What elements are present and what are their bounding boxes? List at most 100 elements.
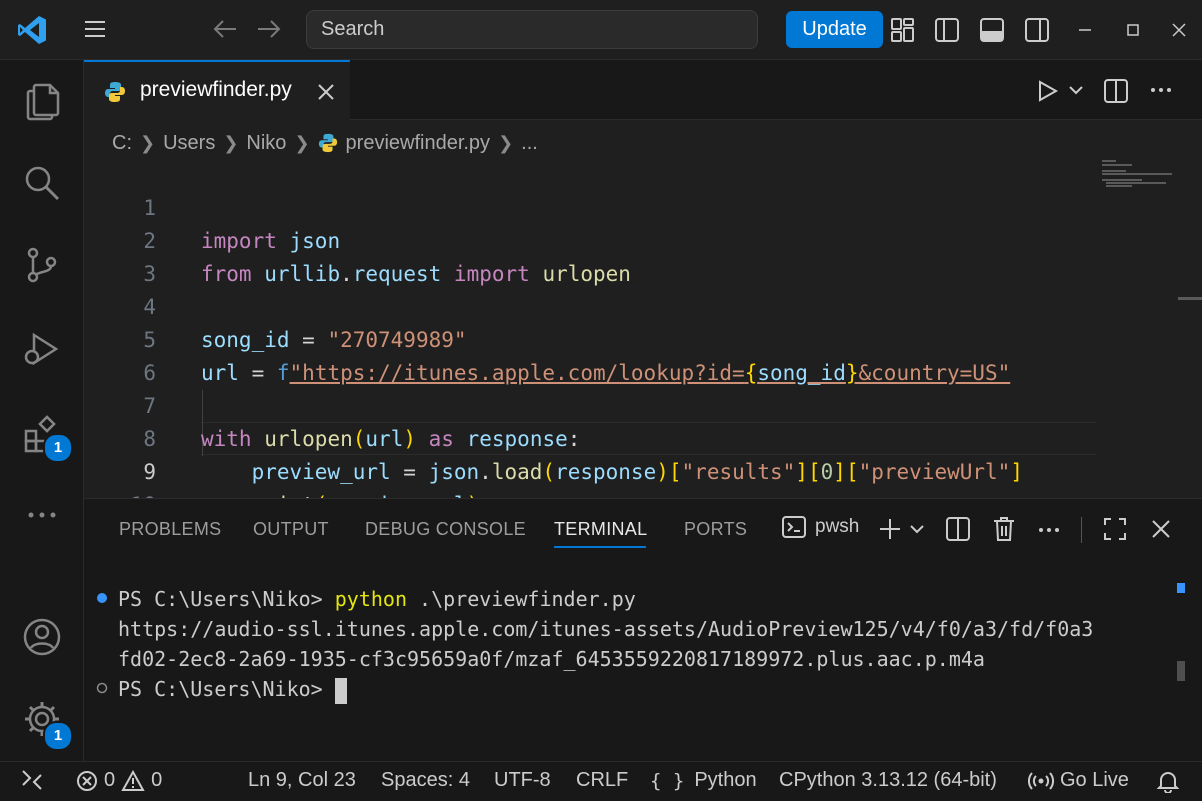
tab-problems[interactable]: PROBLEMS bbox=[119, 519, 221, 540]
search-box[interactable]: Search bbox=[306, 10, 758, 49]
back-arrow-icon[interactable] bbox=[210, 14, 240, 44]
breadcrumb: C: ❯ Users ❯ Niko ❯ previewfinder.py ❯ .… bbox=[112, 128, 538, 158]
search-view-button[interactable] bbox=[0, 148, 84, 218]
encoding[interactable]: UTF-8 bbox=[494, 769, 551, 792]
tab-output[interactable]: OUTPUT bbox=[253, 519, 329, 540]
breadcrumb-file[interactable]: previewfinder.py bbox=[346, 132, 491, 155]
trash-icon[interactable] bbox=[991, 515, 1017, 543]
minimize-icon[interactable] bbox=[1070, 15, 1100, 45]
toggle-panel-icon[interactable] bbox=[977, 15, 1007, 45]
extensions-button[interactable]: 1 bbox=[0, 400, 84, 470]
breadcrumb-symbols[interactable]: ... bbox=[521, 132, 538, 155]
forward-arrow-icon[interactable] bbox=[254, 14, 284, 44]
chevron-right-icon: ❯ bbox=[498, 132, 514, 153]
bell-icon bbox=[1156, 772, 1180, 793]
tab-label: previewfinder.py bbox=[140, 78, 292, 101]
manage-button[interactable]: 1 bbox=[0, 684, 84, 754]
code-line-3: 3 bbox=[84, 225, 1094, 286]
menu-icon[interactable] bbox=[80, 14, 110, 44]
tab-terminal[interactable]: TERMINAL bbox=[554, 519, 647, 540]
status-bar: 0 0 Ln 9, Col 23 Spaces: 4 UTF-8 CRLF { … bbox=[0, 761, 1202, 801]
accounts-button[interactable] bbox=[0, 602, 84, 672]
maximize-panel-icon[interactable] bbox=[1103, 517, 1127, 541]
search-icon bbox=[25, 166, 60, 201]
command-success-icon bbox=[97, 593, 107, 603]
source-control-button[interactable] bbox=[0, 230, 84, 300]
update-button[interactable]: Update bbox=[786, 11, 883, 48]
python-interpreter[interactable]: CPython 3.13.12 (64-bit) bbox=[779, 769, 997, 792]
braces-icon: { } bbox=[650, 769, 685, 792]
terminal-shell-selector[interactable]: pwsh bbox=[781, 514, 859, 540]
source-control-icon bbox=[27, 247, 57, 283]
terminal-cursor bbox=[334, 677, 347, 704]
terminal-output-line: https://audio-ssl.itunes.apple.com/itune… bbox=[118, 617, 1094, 641]
run-debug-button[interactable] bbox=[0, 314, 84, 384]
code-line-6: 6 bbox=[84, 324, 1094, 385]
run-debug-icon bbox=[24, 332, 59, 366]
vscode-logo-icon bbox=[14, 12, 50, 48]
go-live-button[interactable]: Go Live bbox=[1028, 769, 1129, 792]
warning-icon bbox=[121, 769, 145, 791]
code-line-1: 1 import json bbox=[84, 159, 1094, 253]
broadcast-icon bbox=[1028, 771, 1054, 790]
close-window-icon[interactable] bbox=[1164, 15, 1194, 45]
activity-bar: 1 1 bbox=[0, 60, 84, 761]
language-mode[interactable]: { } Python bbox=[650, 769, 757, 792]
toggle-primary-sidebar-icon[interactable] bbox=[932, 15, 962, 45]
breadcrumb-users[interactable]: Users bbox=[163, 132, 215, 155]
python-file-icon bbox=[318, 133, 337, 153]
run-python-icon[interactable] bbox=[1035, 79, 1059, 103]
close-panel-icon[interactable] bbox=[1151, 519, 1171, 539]
code-line-2: 2 from urllib.request import urlopen bbox=[84, 192, 1094, 286]
problems-indicator[interactable]: 0 0 bbox=[76, 769, 162, 792]
code-editor[interactable]: C: ❯ Users ❯ Niko ❯ previewfinder.py ❯ .… bbox=[84, 120, 1202, 517]
breadcrumb-drive[interactable]: C: bbox=[112, 132, 132, 155]
terminal-line: PS C:\Users\Niko> bbox=[118, 677, 347, 704]
more-actions-icon[interactable] bbox=[1038, 527, 1060, 533]
chevron-right-icon: ❯ bbox=[223, 132, 239, 153]
explorer-button[interactable] bbox=[0, 66, 84, 136]
close-tab-icon[interactable] bbox=[317, 83, 335, 101]
terminal-scrollbar[interactable] bbox=[1177, 583, 1185, 693]
more-views-button[interactable] bbox=[0, 480, 84, 550]
terminal-icon bbox=[782, 516, 806, 538]
toggle-secondary-sidebar-icon[interactable] bbox=[1022, 15, 1052, 45]
code-line-5: 5 url = f"https://itunes.apple.com/looku… bbox=[84, 291, 1094, 385]
tab-ports[interactable]: PORTS bbox=[684, 519, 747, 540]
remote-icon bbox=[22, 770, 42, 790]
chevron-down-icon[interactable] bbox=[1068, 84, 1084, 96]
remote-indicator[interactable] bbox=[20, 769, 44, 791]
cursor-position[interactable]: Ln 9, Col 23 bbox=[248, 769, 356, 792]
editor-tab-bar: previewfinder.py bbox=[84, 60, 1202, 120]
settings-badge: 1 bbox=[43, 721, 73, 751]
more-icon bbox=[28, 512, 56, 518]
python-file-icon bbox=[105, 82, 125, 102]
tab-debug-console[interactable]: DEBUG CONSOLE bbox=[365, 519, 526, 540]
split-editor-icon[interactable] bbox=[1103, 78, 1129, 104]
active-tab-underline bbox=[554, 546, 646, 548]
error-icon bbox=[77, 770, 97, 791]
terminal-output-line: fd02-2ec8-2a69-1935-cf3c95659a0f/mzaf_64… bbox=[118, 647, 985, 671]
chevron-down-icon[interactable] bbox=[909, 523, 925, 535]
breadcrumb-niko[interactable]: Niko bbox=[246, 132, 286, 155]
warning-count: 0 bbox=[151, 769, 163, 791]
error-count: 0 bbox=[104, 769, 116, 791]
code-line-9: 9 print(preview_url) bbox=[84, 423, 1094, 517]
new-terminal-icon[interactable] bbox=[878, 517, 902, 541]
split-terminal-icon[interactable] bbox=[945, 516, 971, 542]
command-pending-icon bbox=[96, 682, 108, 694]
tab-previewfinder[interactable]: previewfinder.py bbox=[84, 60, 350, 120]
customize-layout-icon[interactable] bbox=[888, 15, 918, 45]
maximize-icon[interactable] bbox=[1118, 15, 1148, 45]
code-line-4: 4 song_id = "270749989" bbox=[84, 258, 1094, 352]
code-line-8: 8 preview_url = json.load(response)["res… bbox=[84, 390, 1094, 484]
more-actions-icon[interactable] bbox=[1150, 87, 1172, 93]
minimap[interactable] bbox=[1098, 156, 1188, 216]
chevron-right-icon: ❯ bbox=[294, 132, 310, 153]
indentation[interactable]: Spaces: 4 bbox=[381, 769, 470, 792]
terminal[interactable]: PS C:\Users\Niko> python .\previewfinder… bbox=[84, 579, 1184, 759]
chevron-right-icon: ❯ bbox=[140, 132, 156, 153]
notifications-button[interactable] bbox=[1156, 769, 1180, 793]
account-icon bbox=[23, 618, 61, 656]
line-ending[interactable]: CRLF bbox=[576, 769, 628, 792]
